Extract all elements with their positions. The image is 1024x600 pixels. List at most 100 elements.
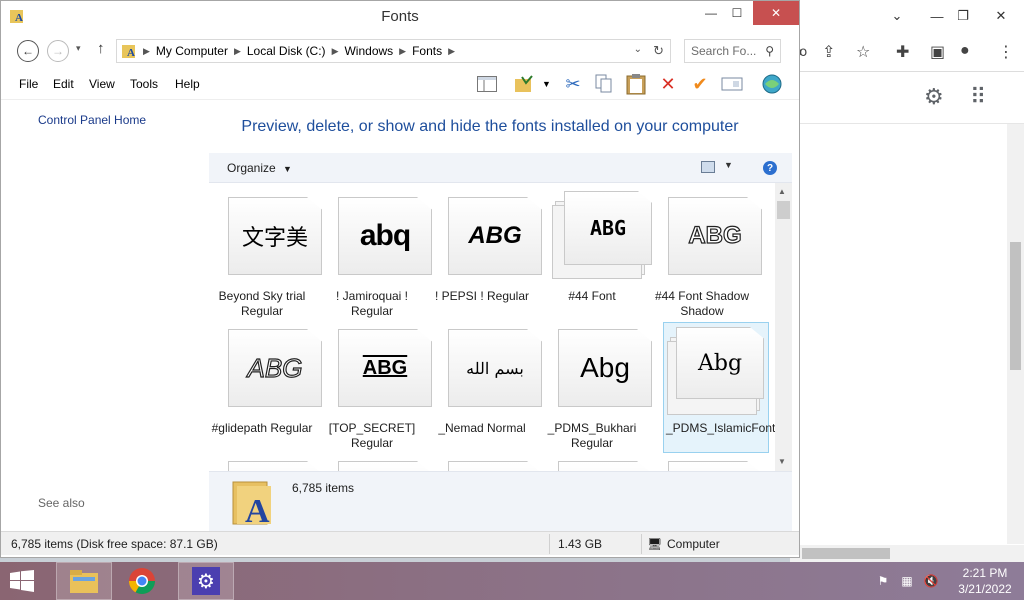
start-button[interactable]	[10, 570, 34, 592]
font-tile[interactable]: 文字美 Beyond Sky trial Regular	[209, 183, 322, 318]
breadcrumb-separator[interactable]: ▶	[332, 46, 339, 57]
menu-edit[interactable]: Edit	[53, 77, 74, 91]
navigation-pane: Control Panel Home See also	[1, 101, 209, 531]
status-items: 6,785 items (Disk free space: 87.1 GB)	[11, 537, 218, 551]
preview-glyph: ABG	[247, 352, 303, 383]
menu-tools[interactable]: Tools	[130, 77, 158, 91]
forward-button[interactable]: →	[47, 40, 69, 62]
search-input[interactable]: Search Fo... ⚲	[684, 39, 781, 63]
menu-view[interactable]: View	[89, 77, 115, 91]
breadcrumb-local-disk[interactable]: Local Disk (C:)	[247, 44, 326, 58]
status-location: Computer	[667, 537, 720, 551]
scroll-thumb[interactable]	[777, 201, 790, 219]
menu-file[interactable]: File	[19, 77, 38, 91]
breadcrumb-separator[interactable]: ▶	[399, 46, 406, 57]
font-tile[interactable]: ABG [TOP_SECRET] Regular	[319, 315, 432, 450]
font-tile[interactable]: ABG #44 Font Shadow Shadow	[649, 183, 762, 318]
font-tile[interactable]: ABG #44 Font	[539, 183, 652, 313]
control-panel-home-link[interactable]: Control Panel Home	[38, 113, 146, 127]
system-clock[interactable]: 2:21 PM 3/21/2022	[950, 565, 1020, 597]
scroll-thumb[interactable]	[1010, 242, 1021, 370]
address-dropdown-icon[interactable]: ⌄	[634, 44, 642, 55]
breadcrumb-fonts[interactable]: Fonts	[412, 44, 442, 58]
gear-icon[interactable]: ⚙	[924, 84, 944, 110]
font-tile[interactable]: بسم الله _Nemad Normal	[429, 315, 542, 445]
properties-folder-icon[interactable]	[513, 73, 535, 95]
taskbar-file-explorer[interactable]	[56, 562, 112, 600]
scroll-down-icon[interactable]: ▼	[778, 457, 786, 466]
profile-icon[interactable]: ●	[960, 42, 970, 60]
fonts-folder-icon: A	[232, 481, 271, 526]
maximize-button[interactable]: ☐	[721, 1, 753, 25]
font-tile[interactable]	[209, 447, 322, 471]
breadcrumb-separator[interactable]: ▶	[448, 46, 455, 57]
help-icon[interactable]: ?	[763, 161, 777, 175]
copy-icon[interactable]	[593, 73, 615, 95]
view-dropdown-icon[interactable]: ▼	[724, 160, 733, 170]
font-label: #glidepath Regular	[211, 421, 313, 435]
breadcrumb-my-computer[interactable]: My Computer	[156, 44, 228, 58]
font-tile[interactable]: abq ! Jamiroquai ! Regular	[319, 183, 432, 318]
menu-help[interactable]: Help	[175, 77, 200, 91]
breadcrumb-windows[interactable]: Windows	[344, 44, 393, 58]
font-tile[interactable]	[649, 447, 762, 471]
font-tile[interactable]	[319, 447, 432, 471]
organize-label: Organize	[227, 161, 276, 175]
globe-icon[interactable]	[761, 73, 783, 95]
clock-date: 3/21/2022	[958, 582, 1012, 596]
address-bar[interactable]: A ▶ My Computer ▶ Local Disk (C:) ▶ Wind…	[116, 39, 671, 63]
view-options-icon[interactable]	[701, 161, 715, 173]
back-button[interactable]: ←	[17, 40, 39, 62]
font-tile[interactable]	[539, 447, 652, 471]
paste-icon[interactable]	[625, 73, 647, 95]
taskbar-settings[interactable]: ⚙	[178, 562, 234, 600]
address-row: ← → ▾ ↑ A ▶ My Computer ▶ Local Disk (C:…	[1, 32, 799, 68]
browser-vertical-scrollbar[interactable]	[1007, 124, 1024, 544]
breadcrumb-separator: ▶	[143, 45, 150, 56]
scroll-up-icon[interactable]: ▲	[778, 187, 786, 196]
apps-grid-icon[interactable]: ⠿	[970, 84, 986, 110]
scroll-thumb[interactable]	[802, 548, 890, 559]
delete-icon[interactable]: ✕	[657, 73, 679, 95]
extensions-icon[interactable]: ✚	[896, 42, 909, 62]
font-preview: ABG	[668, 197, 762, 275]
font-tile[interactable]: Abg _PDMS_Bukhari Regular	[539, 315, 652, 450]
close-button[interactable]: ✕	[753, 1, 799, 25]
details-pane: A 6,785 items	[209, 471, 792, 531]
volume-muted-icon[interactable]: 🔇	[922, 572, 940, 590]
svg-text:A: A	[127, 47, 135, 59]
dropdown-arrow-icon[interactable]: ▼	[542, 79, 551, 89]
checkmark-icon[interactable]: ✔	[689, 73, 711, 95]
font-tile[interactable]	[429, 447, 542, 471]
sidepanel-icon[interactable]: ▣	[930, 42, 945, 62]
font-label: _Nemad Normal	[438, 421, 526, 435]
font-tile[interactable]: ABG ! PEPSI ! Regular	[429, 183, 542, 313]
up-arrow-icon[interactable]: ↑	[97, 40, 105, 57]
breadcrumb-separator[interactable]: ▶	[234, 46, 241, 57]
command-bar: Organize ▼ ▼ ?	[209, 153, 792, 183]
grid-scrollbar[interactable]: ▲ ▼	[775, 183, 792, 471]
font-preview: 文字美	[228, 197, 322, 275]
window-title: Fonts	[381, 8, 419, 25]
rename-icon[interactable]	[721, 73, 743, 95]
preview-glyph: ABG	[468, 222, 522, 249]
star-icon[interactable]: ☆	[856, 42, 870, 62]
search-icon[interactable]: ⚲	[765, 44, 774, 58]
organize-button[interactable]: Organize ▼	[227, 161, 292, 175]
flag-icon[interactable]: ⚑	[874, 572, 892, 590]
share-icon[interactable]: ⇪	[822, 42, 835, 62]
font-preview	[448, 461, 542, 471]
taskbar-chrome[interactable]	[114, 562, 170, 600]
page-headline: Preview, delete, or show and hide the fo…	[241, 118, 739, 135]
close-icon[interactable]: ✕	[978, 0, 1024, 32]
cut-icon[interactable]: ✂	[562, 73, 584, 95]
preview-pane-icon[interactable]	[476, 73, 498, 95]
menu-icon[interactable]: ⋮	[998, 42, 1014, 62]
font-tile[interactable]: ABG #glidepath Regular	[209, 315, 322, 445]
font-tile-selected[interactable]: Abg _PDMS_IslamicFont	[663, 322, 775, 453]
preview-glyph: بسم الله	[466, 358, 524, 378]
refresh-icon[interactable]: ↻	[653, 43, 664, 59]
network-icon[interactable]: ▦	[898, 572, 916, 590]
browser-horizontal-scrollbar[interactable]	[790, 545, 1024, 562]
recent-locations-icon[interactable]: ▾	[76, 43, 81, 54]
